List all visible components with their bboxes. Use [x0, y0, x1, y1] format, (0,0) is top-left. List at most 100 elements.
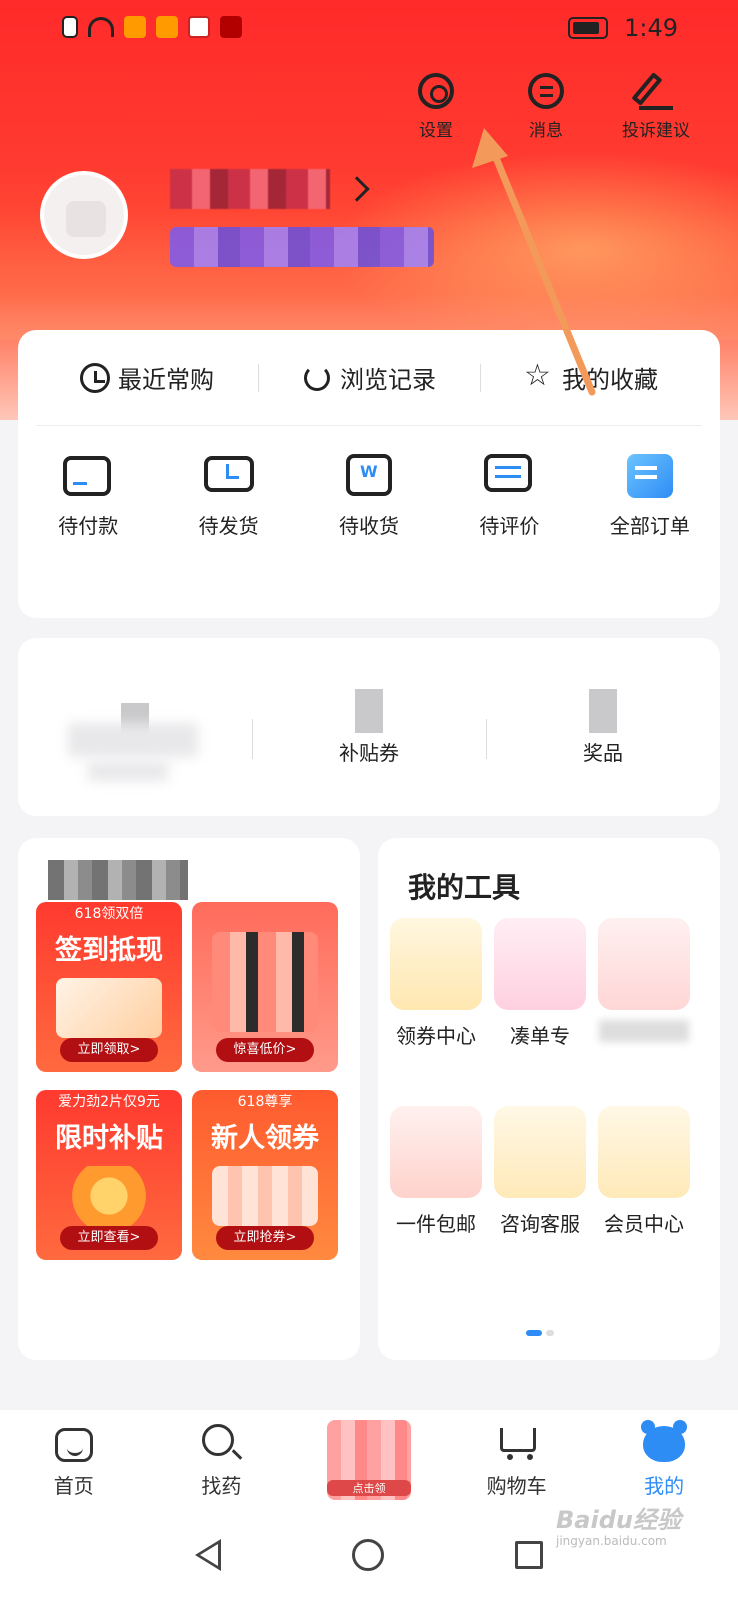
crown-icon: [598, 1106, 690, 1198]
page-dot: [546, 1330, 554, 1336]
watermark-url: jingyan.baidu.com: [556, 1534, 667, 1548]
bottom-tab-bar: 首页 找药 点击领 购物车 我的: [0, 1410, 738, 1510]
center-promo-badge: 点击领: [326, 1420, 411, 1500]
promo-newuser[interactable]: 618尊享 新人领券 立即抢券>: [192, 1090, 338, 1260]
notification-icon: [124, 16, 146, 38]
recent-purchases-label: 最近常购: [118, 366, 214, 394]
alert-icon: [62, 16, 78, 38]
top-actions: 设置 消息 投诉建议: [394, 70, 698, 141]
history-icon: [302, 363, 332, 393]
tool-label-blurred: [599, 1020, 689, 1042]
card-icon: [63, 454, 113, 498]
coupon-icon: [390, 918, 482, 1010]
wallet-label: 奖品: [583, 740, 623, 765]
favorites-button[interactable]: ☆ 我的收藏: [480, 360, 702, 395]
tools-title: 我的工具: [408, 871, 521, 904]
tool-free-shipping[interactable]: 一件包邮: [386, 1106, 486, 1237]
order-status-row: 待付款 待发货 待收货 待评价 全部订单: [18, 426, 720, 539]
promo-art-blurred: [212, 932, 318, 1032]
promo-button[interactable]: 立即抢券>: [216, 1226, 314, 1250]
wallet-item-coins[interactable]: [18, 703, 252, 781]
tool-customer-service[interactable]: 咨询客服: [490, 1106, 590, 1237]
messages-button[interactable]: 消息: [504, 70, 588, 141]
tool-bundle[interactable]: 凑单专: [490, 918, 590, 1049]
wallet-item-prizes[interactable]: 奖品: [486, 688, 720, 766]
tab-mine[interactable]: 我的: [590, 1410, 738, 1510]
promo-button[interactable]: 惊喜低价>: [216, 1038, 314, 1062]
recent-apps-icon[interactable]: [514, 1541, 543, 1569]
promo-title: 签到抵现: [55, 935, 163, 966]
tool-label: 凑单专: [510, 1024, 570, 1048]
tool-coupon-center[interactable]: 领券中心: [386, 918, 486, 1049]
gear-icon: [415, 70, 457, 112]
promo-button[interactable]: 立即领取>: [60, 1038, 158, 1062]
cart-icon: [496, 1422, 538, 1464]
username-blurred: [170, 169, 330, 209]
promo-button[interactable]: 立即查看>: [60, 1226, 158, 1250]
wallet-value-blurred: [589, 688, 617, 733]
promo-top-label: 618领双倍: [74, 906, 144, 922]
wallet-label-blurred: [68, 723, 198, 757]
order-pending-shipment[interactable]: 待发货: [158, 454, 298, 539]
promo-card: 618领双倍 签到抵现 立即领取> 惊喜低价> 爱力劲2片仅9元 限时补贴 立即…: [18, 838, 360, 1360]
settings-label: 设置: [419, 121, 453, 141]
wallet-value-blurred: [355, 688, 383, 733]
wallet-sub-blurred: [88, 761, 168, 781]
promo-title: 限时补贴: [55, 1123, 163, 1154]
tab-center-promo[interactable]: 点击领: [295, 1410, 443, 1510]
wallet-item-subsidy[interactable]: 补贴券: [252, 688, 486, 766]
tab-label: 我的: [644, 1473, 685, 1498]
app-icon: [220, 16, 242, 38]
tool-member-center[interactable]: 会员中心: [594, 1106, 694, 1237]
star-icon: ☆: [524, 357, 551, 393]
promo-lowprice[interactable]: 惊喜低价>: [192, 902, 338, 1072]
search-icon: [200, 1422, 242, 1464]
tab-label: 购物车: [486, 1473, 547, 1498]
promo-title: 新人领券: [211, 1123, 319, 1154]
battery-icon: [568, 17, 609, 39]
tool-label: 一件包邮: [396, 1212, 476, 1236]
chevron-right-icon: [344, 176, 370, 202]
wifi-icon: [88, 17, 114, 37]
tab-home[interactable]: 首页: [0, 1410, 148, 1510]
tab-cart[interactable]: 购物车: [443, 1410, 591, 1510]
settings-button[interactable]: 设置: [394, 70, 478, 141]
order-pending-payment[interactable]: 待付款: [18, 454, 158, 539]
status-time: 1:49: [624, 14, 678, 42]
recent-purchases-button[interactable]: 最近常购: [36, 360, 258, 395]
center-promo-label: 点击领: [326, 1480, 411, 1496]
bear-icon: [641, 1419, 686, 1464]
username-link[interactable]: [170, 165, 370, 213]
home-button-icon[interactable]: [351, 1539, 384, 1571]
order-label: 待收货: [339, 514, 400, 538]
tool-label: 领券中心: [396, 1024, 476, 1048]
promo-top-label: 爱力劲2片仅9元: [58, 1094, 160, 1110]
order-all[interactable]: 全部订单: [580, 454, 720, 539]
tab-find-medicine[interactable]: 找药: [148, 1410, 296, 1510]
avatar[interactable]: [40, 171, 128, 259]
promo-subsidy[interactable]: 爱力劲2片仅9元 限时补贴 立即查看>: [36, 1090, 182, 1260]
order-pending-review[interactable]: 待评价: [439, 454, 579, 539]
status-icons-right: 1:49: [568, 14, 678, 42]
tab-label: 找药: [201, 1473, 242, 1498]
feedback-button[interactable]: 投诉建议: [614, 70, 698, 141]
back-icon[interactable]: [195, 1539, 222, 1571]
watermark-text: Baidu经验: [556, 1506, 681, 1534]
promo-checkin[interactable]: 618领双倍 签到抵现 立即领取>: [36, 902, 182, 1072]
browse-history-button[interactable]: 浏览记录: [258, 360, 480, 395]
promo-art: [56, 978, 162, 1038]
promo-title-blurred: [48, 860, 188, 900]
tool-gift[interactable]: [594, 918, 694, 1042]
wallet-row: 补贴券 奖品: [18, 638, 720, 816]
message-icon: [525, 70, 567, 112]
order-pending-receipt[interactable]: 待收货: [299, 454, 439, 539]
promo-top-label: 618尊享: [237, 1094, 293, 1110]
order-label: 待评价: [479, 514, 540, 538]
tools-card: 我的工具 领券中心 凑单专 一件包邮 咨询客服 会员中心: [378, 838, 720, 1360]
book-icon: [188, 16, 210, 38]
page-dot-active: [526, 1330, 542, 1336]
all-orders-icon: [625, 454, 675, 498]
bag-icon: [390, 1106, 482, 1198]
baidu-watermark: Baidu经验 jingyan.baidu.com: [556, 1500, 681, 1548]
gift-icon: [598, 918, 690, 1010]
